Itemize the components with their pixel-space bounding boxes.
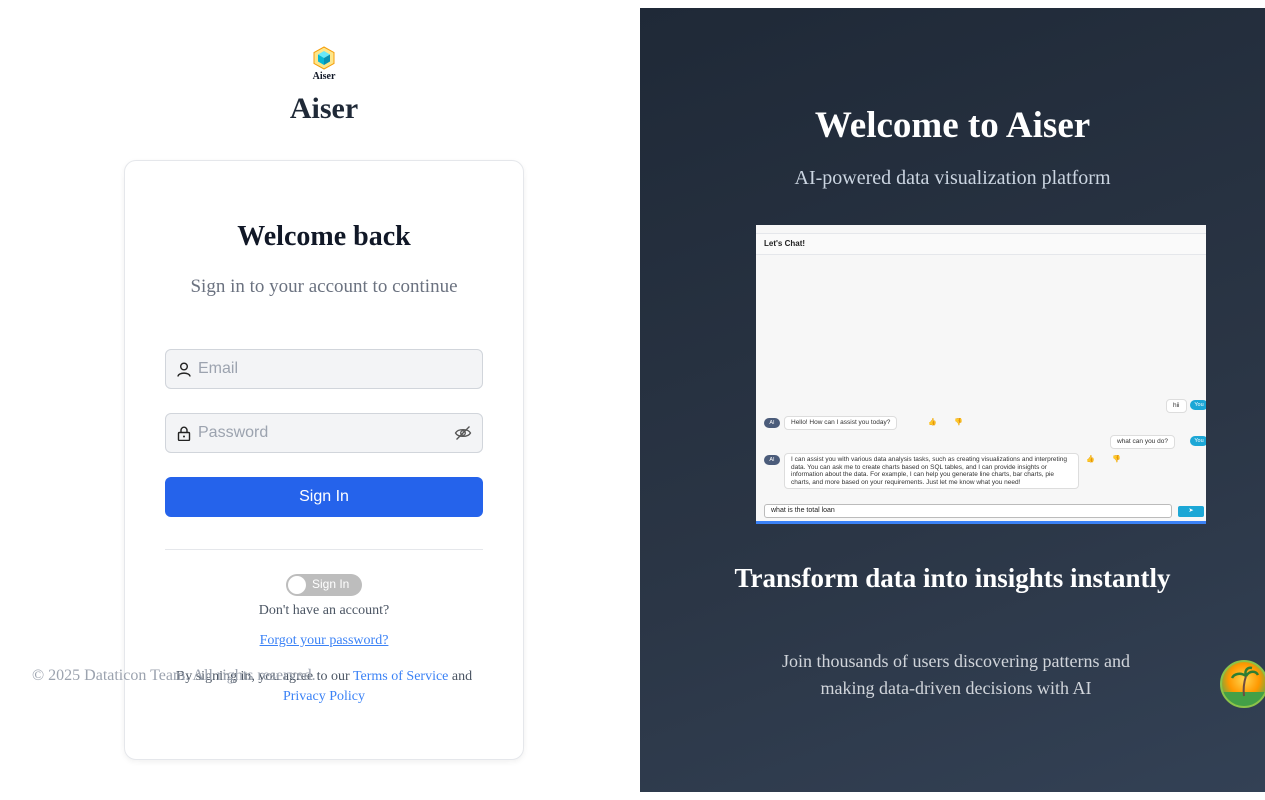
send-icon[interactable]: ➤ [1178,506,1204,517]
no-account-text: Don't have an account? [258,603,390,618]
email-field[interactable] [165,349,483,389]
password-field[interactable] [165,413,483,453]
hero-title: Welcome to Aiser [814,105,1091,146]
thumbs-up-icon[interactable]: 👍 [1086,455,1095,463]
hero-heading: Transform data into insights instantly [734,563,1171,593]
chat-bubble-user: hii [1166,399,1187,413]
hero-subtitle: AI-powered data visualization platform [794,167,1111,189]
sign-in-button[interactable]: Sign In [165,477,483,517]
palm-tree-icon [1222,666,1265,706]
eye-off-icon[interactable] [454,424,472,442]
chat-bubble-ai: I can assist you with various data analy… [784,453,1079,489]
thumbs-up-icon[interactable]: 👍 [928,418,937,426]
terms-link[interactable]: Terms of Service [353,669,448,684]
login-panel: Aiser Aiser Welcome back Sign in to your… [0,0,640,800]
thumbs-down-icon[interactable]: 👎 [1112,455,1121,463]
toggle-label: Sign In [312,577,350,591]
privacy-link[interactable]: Privacy Policy [283,689,365,704]
sign-in-toggle[interactable]: Sign In [286,574,362,596]
cube-icon [313,46,335,70]
password-input[interactable] [198,424,454,442]
chat-bubble-ai: Hello! How can I assist you today? [784,416,898,430]
beach-avatar-button[interactable] [1220,660,1265,708]
thumbs-down-icon[interactable]: 👎 [954,418,963,426]
logo-text: Aiser [312,71,336,82]
divider [165,549,483,550]
login-title: Welcome back [237,221,411,252]
hero-panel: Welcome to Aiser AI-powered data visuali… [640,8,1265,792]
footer-copyright: © 2025 Dataticon Team. All rights reserv… [32,667,316,684]
chat-input[interactable]: what is the total loan [764,504,1172,518]
login-subtitle: Sign in to your account to continue [190,276,458,297]
chat-header: Let's Chat! [756,233,1206,255]
chat-bubble-user: what can you do? [1110,435,1175,449]
user-avatar: You [1190,436,1206,446]
toggle-knob [288,576,306,594]
user-icon [176,361,192,377]
ai-avatar: AI [764,418,780,428]
ai-avatar: AI [764,455,780,465]
logo: Aiser [304,46,344,82]
brand-title: Aiser [289,92,359,125]
lock-icon [176,425,192,441]
terms-and: and [451,669,473,684]
user-avatar: You [1190,400,1206,410]
chat-preview: Let's Chat! hii You AI Hello! How can I … [756,225,1206,524]
forgot-password-link[interactable]: Forgot your password? [125,633,523,649]
email-input[interactable] [198,360,472,378]
hero-body: Join thousands of users discovering patt… [782,651,1130,698]
